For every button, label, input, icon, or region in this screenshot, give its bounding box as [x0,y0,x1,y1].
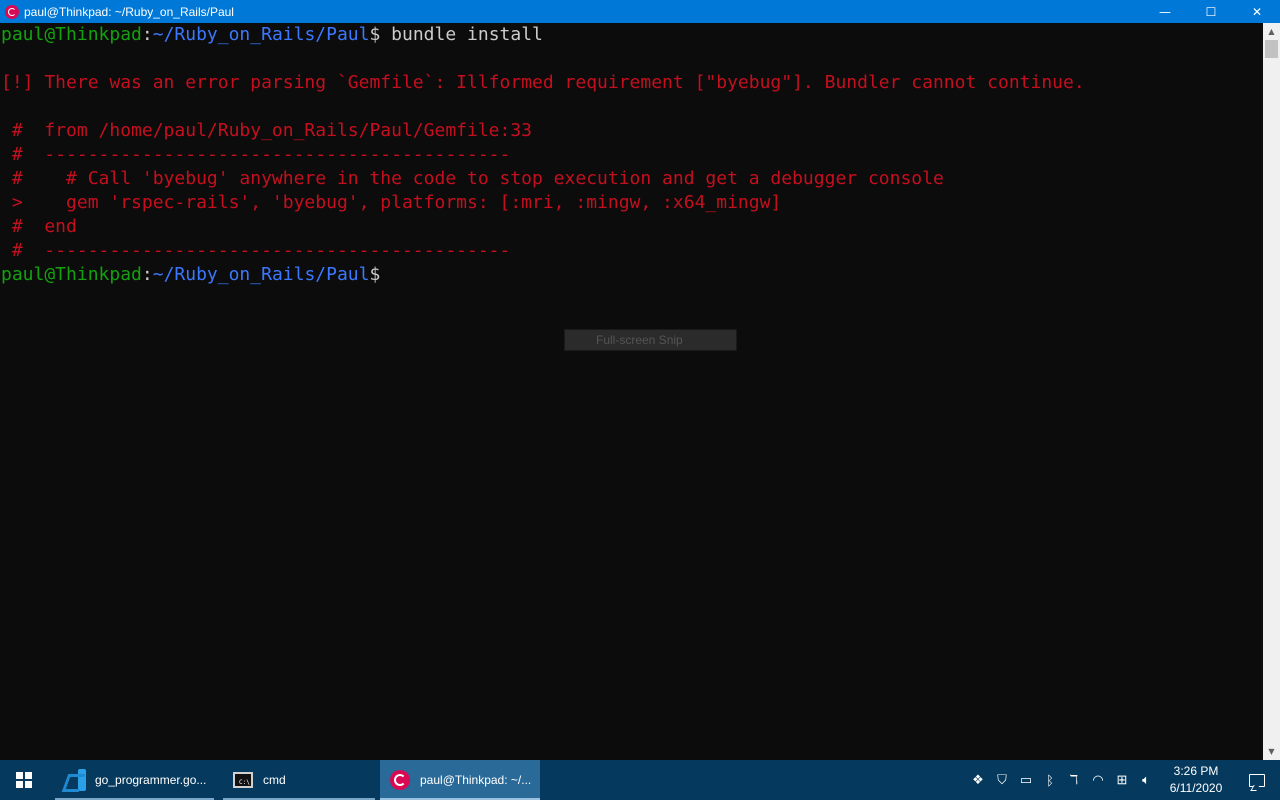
scroll-down-icon[interactable]: ▼ [1263,743,1280,760]
prompt-path: ~/Ruby_on_Rails/Paul [152,264,370,285]
maximize-button[interactable]: ☐ [1188,0,1234,23]
clock-date: 6/11/2020 [1169,781,1223,795]
window-titlebar[interactable]: paul@Thinkpad: ~/Ruby_on_Rails/Paul — ☐ … [0,0,1280,23]
bluetooth-icon[interactable]: ᛒ [1038,760,1062,800]
start-button[interactable] [0,760,48,800]
command-text: bundle install [380,24,543,45]
taskbar-item-label: cmd [263,773,286,787]
prompt-separator: : [141,24,153,45]
error-line: # --------------------------------------… [1,144,511,165]
prompt-path: ~/Ruby_on_Rails/Paul [152,24,370,45]
taskbar: go_programmer.go... cmd paul@Thinkpad: ~… [0,760,1280,800]
prompt-dollar: $ [369,24,381,45]
error-line: # from /home/paul/Ruby_on_Rails/Paul/Gem… [1,120,533,141]
taskbar-item-cmd[interactable]: cmd [223,760,375,800]
error-line: # # Call 'byebug' anywhere in the code t… [1,168,944,189]
prompt-dollar: $ [369,264,381,285]
prompt-separator: : [141,264,153,285]
power-icon[interactable]: ▭ [1014,760,1038,800]
volume-icon[interactable]: 🔈︎ [1134,760,1158,800]
debian-icon [5,4,19,19]
terminal-output[interactable]: paul@Thinkpad:~/Ruby_on_Rails/Paul$ bund… [0,23,1263,760]
prompt-user: paul@Thinkpad [1,24,142,45]
taskbar-item-label: paul@Thinkpad: ~/... [420,773,532,787]
action-center-button[interactable] [1234,760,1280,800]
wifi-icon[interactable]: ◠ [1086,760,1110,800]
pen-icon[interactable]: ℸ [1062,760,1086,800]
vscode-icon [64,769,86,791]
taskbar-item-vscode[interactable]: go_programmer.go... [55,760,214,800]
debian-icon [390,770,410,790]
taskbar-item-label: go_programmer.go... [95,773,207,787]
minimize-button[interactable]: — [1142,0,1188,23]
clock[interactable]: 3:26 PM 6/11/2020 [1158,760,1234,800]
prompt-user: paul@Thinkpad [1,264,142,285]
error-line: # end [1,216,77,237]
snip-label: Full-screen Snip [596,333,683,347]
network-icon[interactable]: ⊞ [1110,760,1134,800]
window-controls: — ☐ ✕ [1142,0,1280,23]
windows-icon [16,772,32,788]
defender-icon[interactable]: ⛉ [990,760,1014,800]
error-line: > gem 'rspec-rails', 'byebug', platforms… [1,192,782,213]
error-line: [!] There was an error parsing `Gemfile`… [1,72,1085,93]
close-button[interactable]: ✕ [1234,0,1280,23]
window-title: paul@Thinkpad: ~/Ruby_on_Rails/Paul [24,4,234,19]
command-line: paul@Thinkpad:~/Ruby_on_Rails/Paul$ bund… [1,23,543,47]
system-tray: ❖ ⛉ ▭ ᛒ ℸ ◠ ⊞ 🔈︎ 3:26 PM 6/11/2020 [966,760,1280,800]
snip-overlay: Full-screen Snip [564,329,737,351]
cmd-icon [233,772,253,788]
vertical-scrollbar[interactable]: ▲ ▼ [1263,23,1280,760]
error-line: # --------------------------------------… [1,240,511,261]
scrollbar-thumb[interactable] [1265,40,1278,58]
prompt-line[interactable]: paul@Thinkpad:~/Ruby_on_Rails/Paul$ [1,263,380,287]
taskbar-item-terminal[interactable]: paul@Thinkpad: ~/... [380,760,540,800]
clock-time: 3:26 PM [1173,764,1219,778]
scroll-up-icon[interactable]: ▲ [1263,23,1280,40]
notification-icon [1249,773,1265,787]
dropbox-icon[interactable]: ❖ [966,760,990,800]
